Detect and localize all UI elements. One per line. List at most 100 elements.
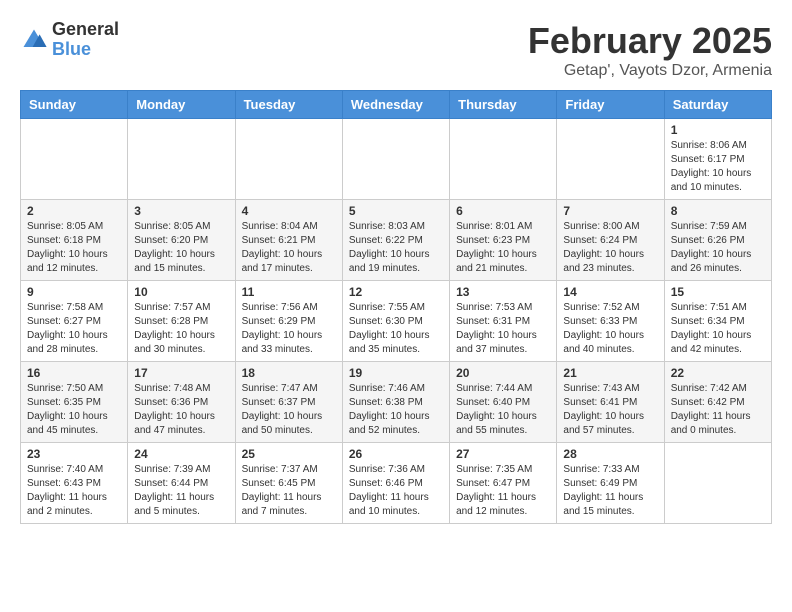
table-row: 28 Sunrise: 7:33 AM Sunset: 6:49 PM Dayli… (557, 443, 664, 524)
day-number: 1 (671, 123, 765, 137)
day-number: 23 (27, 447, 121, 461)
table-row: 3 Sunrise: 8:05 AM Sunset: 6:20 PM Daylig… (128, 200, 235, 281)
table-row (128, 119, 235, 200)
header-friday: Friday (557, 91, 664, 119)
day-number: 16 (27, 366, 121, 380)
day-number: 9 (27, 285, 121, 299)
day-info: Sunrise: 7:58 AM Sunset: 6:27 PM Dayligh… (27, 301, 121, 357)
table-row: 23 Sunrise: 7:40 AM Sunset: 6:43 PM Dayli… (21, 443, 128, 524)
day-info: Sunrise: 7:51 AM Sunset: 6:34 PM Dayligh… (671, 301, 765, 357)
table-row (235, 119, 342, 200)
day-number: 3 (134, 204, 228, 218)
day-info: Sunrise: 7:56 AM Sunset: 6:29 PM Dayligh… (242, 301, 336, 357)
table-row: 25 Sunrise: 7:37 AM Sunset: 6:45 PM Dayli… (235, 443, 342, 524)
day-info: Sunrise: 7:40 AM Sunset: 6:43 PM Dayligh… (27, 463, 121, 519)
day-info: Sunrise: 7:33 AM Sunset: 6:49 PM Dayligh… (563, 463, 657, 519)
table-row: 4 Sunrise: 8:04 AM Sunset: 6:21 PM Daylig… (235, 200, 342, 281)
day-number: 10 (134, 285, 228, 299)
table-row: 15Sunrise: 7:51 AM Sunset: 6:34 PM Dayli… (664, 281, 771, 362)
day-info: Sunrise: 8:03 AM Sunset: 6:22 PM Dayligh… (349, 220, 443, 276)
day-info: Sunrise: 7:47 AM Sunset: 6:37 PM Dayligh… (242, 382, 336, 438)
table-row: 21 Sunrise: 7:43 AM Sunset: 6:41 PM Dayli… (557, 362, 664, 443)
day-info: Sunrise: 7:44 AM Sunset: 6:40 PM Dayligh… (456, 382, 550, 438)
page-header: General Blue February 2025 Getap', Vayot… (20, 20, 772, 80)
header-wednesday: Wednesday (342, 91, 449, 119)
day-info: Sunrise: 7:46 AM Sunset: 6:38 PM Dayligh… (349, 382, 443, 438)
day-info: Sunrise: 8:05 AM Sunset: 6:20 PM Dayligh… (134, 220, 228, 276)
day-number: 17 (134, 366, 228, 380)
day-info: Sunrise: 8:05 AM Sunset: 6:18 PM Dayligh… (27, 220, 121, 276)
table-row: 1 Sunrise: 8:06 AM Sunset: 6:17 PM Daylig… (664, 119, 771, 200)
logo: General Blue (20, 20, 119, 60)
table-row: 16 Sunrise: 7:50 AM Sunset: 6:35 PM Dayli… (21, 362, 128, 443)
day-info: Sunrise: 7:57 AM Sunset: 6:28 PM Dayligh… (134, 301, 228, 357)
day-number: 13 (456, 285, 550, 299)
day-number: 25 (242, 447, 336, 461)
table-row: 27Sunrise: 7:35 AM Sunset: 6:47 PM Dayli… (450, 443, 557, 524)
day-number: 19 (349, 366, 443, 380)
table-row: 11 Sunrise: 7:56 AM Sunset: 6:29 PM Dayli… (235, 281, 342, 362)
header-saturday: Saturday (664, 91, 771, 119)
day-number: 20 (456, 366, 550, 380)
calendar-header-row: Sunday Monday Tuesday Wednesday Thursday… (21, 91, 772, 119)
table-row: 6Sunrise: 8:01 AM Sunset: 6:23 PM Daylig… (450, 200, 557, 281)
day-number: 12 (349, 285, 443, 299)
table-row: 18 Sunrise: 7:47 AM Sunset: 6:37 PM Dayli… (235, 362, 342, 443)
day-info: Sunrise: 7:39 AM Sunset: 6:44 PM Dayligh… (134, 463, 228, 519)
table-row: 26 Sunrise: 7:36 AM Sunset: 6:46 PM Dayli… (342, 443, 449, 524)
table-row (664, 443, 771, 524)
day-info: Sunrise: 8:00 AM Sunset: 6:24 PM Dayligh… (563, 220, 657, 276)
table-row: 8Sunrise: 7:59 AM Sunset: 6:26 PM Daylig… (664, 200, 771, 281)
table-row: 13 Sunrise: 7:53 AM Sunset: 6:31 PM Dayli… (450, 281, 557, 362)
header-sunday: Sunday (21, 91, 128, 119)
day-number: 26 (349, 447, 443, 461)
table-row (342, 119, 449, 200)
day-number: 21 (563, 366, 657, 380)
day-info: Sunrise: 7:52 AM Sunset: 6:33 PM Dayligh… (563, 301, 657, 357)
calendar-week-4: 23 Sunrise: 7:40 AM Sunset: 6:43 PM Dayli… (21, 443, 772, 524)
day-number: 5 (349, 204, 443, 218)
day-number: 24 (134, 447, 228, 461)
day-number: 4 (242, 204, 336, 218)
day-info: Sunrise: 7:59 AM Sunset: 6:26 PM Dayligh… (671, 220, 765, 276)
day-number: 18 (242, 366, 336, 380)
logo-text: General Blue (52, 20, 119, 60)
day-info: Sunrise: 7:42 AM Sunset: 6:42 PM Dayligh… (671, 382, 765, 438)
day-number: 6 (456, 204, 550, 218)
day-info: Sunrise: 7:43 AM Sunset: 6:41 PM Dayligh… (563, 382, 657, 438)
header-tuesday: Tuesday (235, 91, 342, 119)
calendar-week-1: 2 Sunrise: 8:05 AM Sunset: 6:18 PM Daylig… (21, 200, 772, 281)
table-row: 17 Sunrise: 7:48 AM Sunset: 6:36 PM Dayli… (128, 362, 235, 443)
table-row: 19 Sunrise: 7:46 AM Sunset: 6:38 PM Dayli… (342, 362, 449, 443)
day-info: Sunrise: 8:04 AM Sunset: 6:21 PM Dayligh… (242, 220, 336, 276)
day-number: 28 (563, 447, 657, 461)
table-row: 7 Sunrise: 8:00 AM Sunset: 6:24 PM Daylig… (557, 200, 664, 281)
table-row: 12 Sunrise: 7:55 AM Sunset: 6:30 PM Dayli… (342, 281, 449, 362)
day-info: Sunrise: 7:55 AM Sunset: 6:30 PM Dayligh… (349, 301, 443, 357)
table-row: 22Sunrise: 7:42 AM Sunset: 6:42 PM Dayli… (664, 362, 771, 443)
day-info: Sunrise: 7:50 AM Sunset: 6:35 PM Dayligh… (27, 382, 121, 438)
location-title: Getap', Vayots Dzor, Armenia (528, 62, 772, 80)
header-monday: Monday (128, 91, 235, 119)
table-row (557, 119, 664, 200)
calendar-week-3: 16 Sunrise: 7:50 AM Sunset: 6:35 PM Dayli… (21, 362, 772, 443)
calendar-table: Sunday Monday Tuesday Wednesday Thursday… (20, 90, 772, 524)
table-row: 24 Sunrise: 7:39 AM Sunset: 6:44 PM Dayli… (128, 443, 235, 524)
table-row: 14 Sunrise: 7:52 AM Sunset: 6:33 PM Dayli… (557, 281, 664, 362)
day-number: 27 (456, 447, 550, 461)
day-number: 11 (242, 285, 336, 299)
table-row: 10 Sunrise: 7:57 AM Sunset: 6:28 PM Dayli… (128, 281, 235, 362)
day-info: Sunrise: 7:36 AM Sunset: 6:46 PM Dayligh… (349, 463, 443, 519)
calendar-week-0: 1 Sunrise: 8:06 AM Sunset: 6:17 PM Daylig… (21, 119, 772, 200)
header-thursday: Thursday (450, 91, 557, 119)
day-info: Sunrise: 7:48 AM Sunset: 6:36 PM Dayligh… (134, 382, 228, 438)
day-info: Sunrise: 7:37 AM Sunset: 6:45 PM Dayligh… (242, 463, 336, 519)
day-info: Sunrise: 7:53 AM Sunset: 6:31 PM Dayligh… (456, 301, 550, 357)
day-number: 7 (563, 204, 657, 218)
month-title: February 2025 (528, 20, 772, 62)
table-row: 9 Sunrise: 7:58 AM Sunset: 6:27 PM Daylig… (21, 281, 128, 362)
title-section: February 2025 Getap', Vayots Dzor, Armen… (528, 20, 772, 80)
day-info: Sunrise: 8:06 AM Sunset: 6:17 PM Dayligh… (671, 139, 765, 195)
day-number: 2 (27, 204, 121, 218)
day-number: 14 (563, 285, 657, 299)
